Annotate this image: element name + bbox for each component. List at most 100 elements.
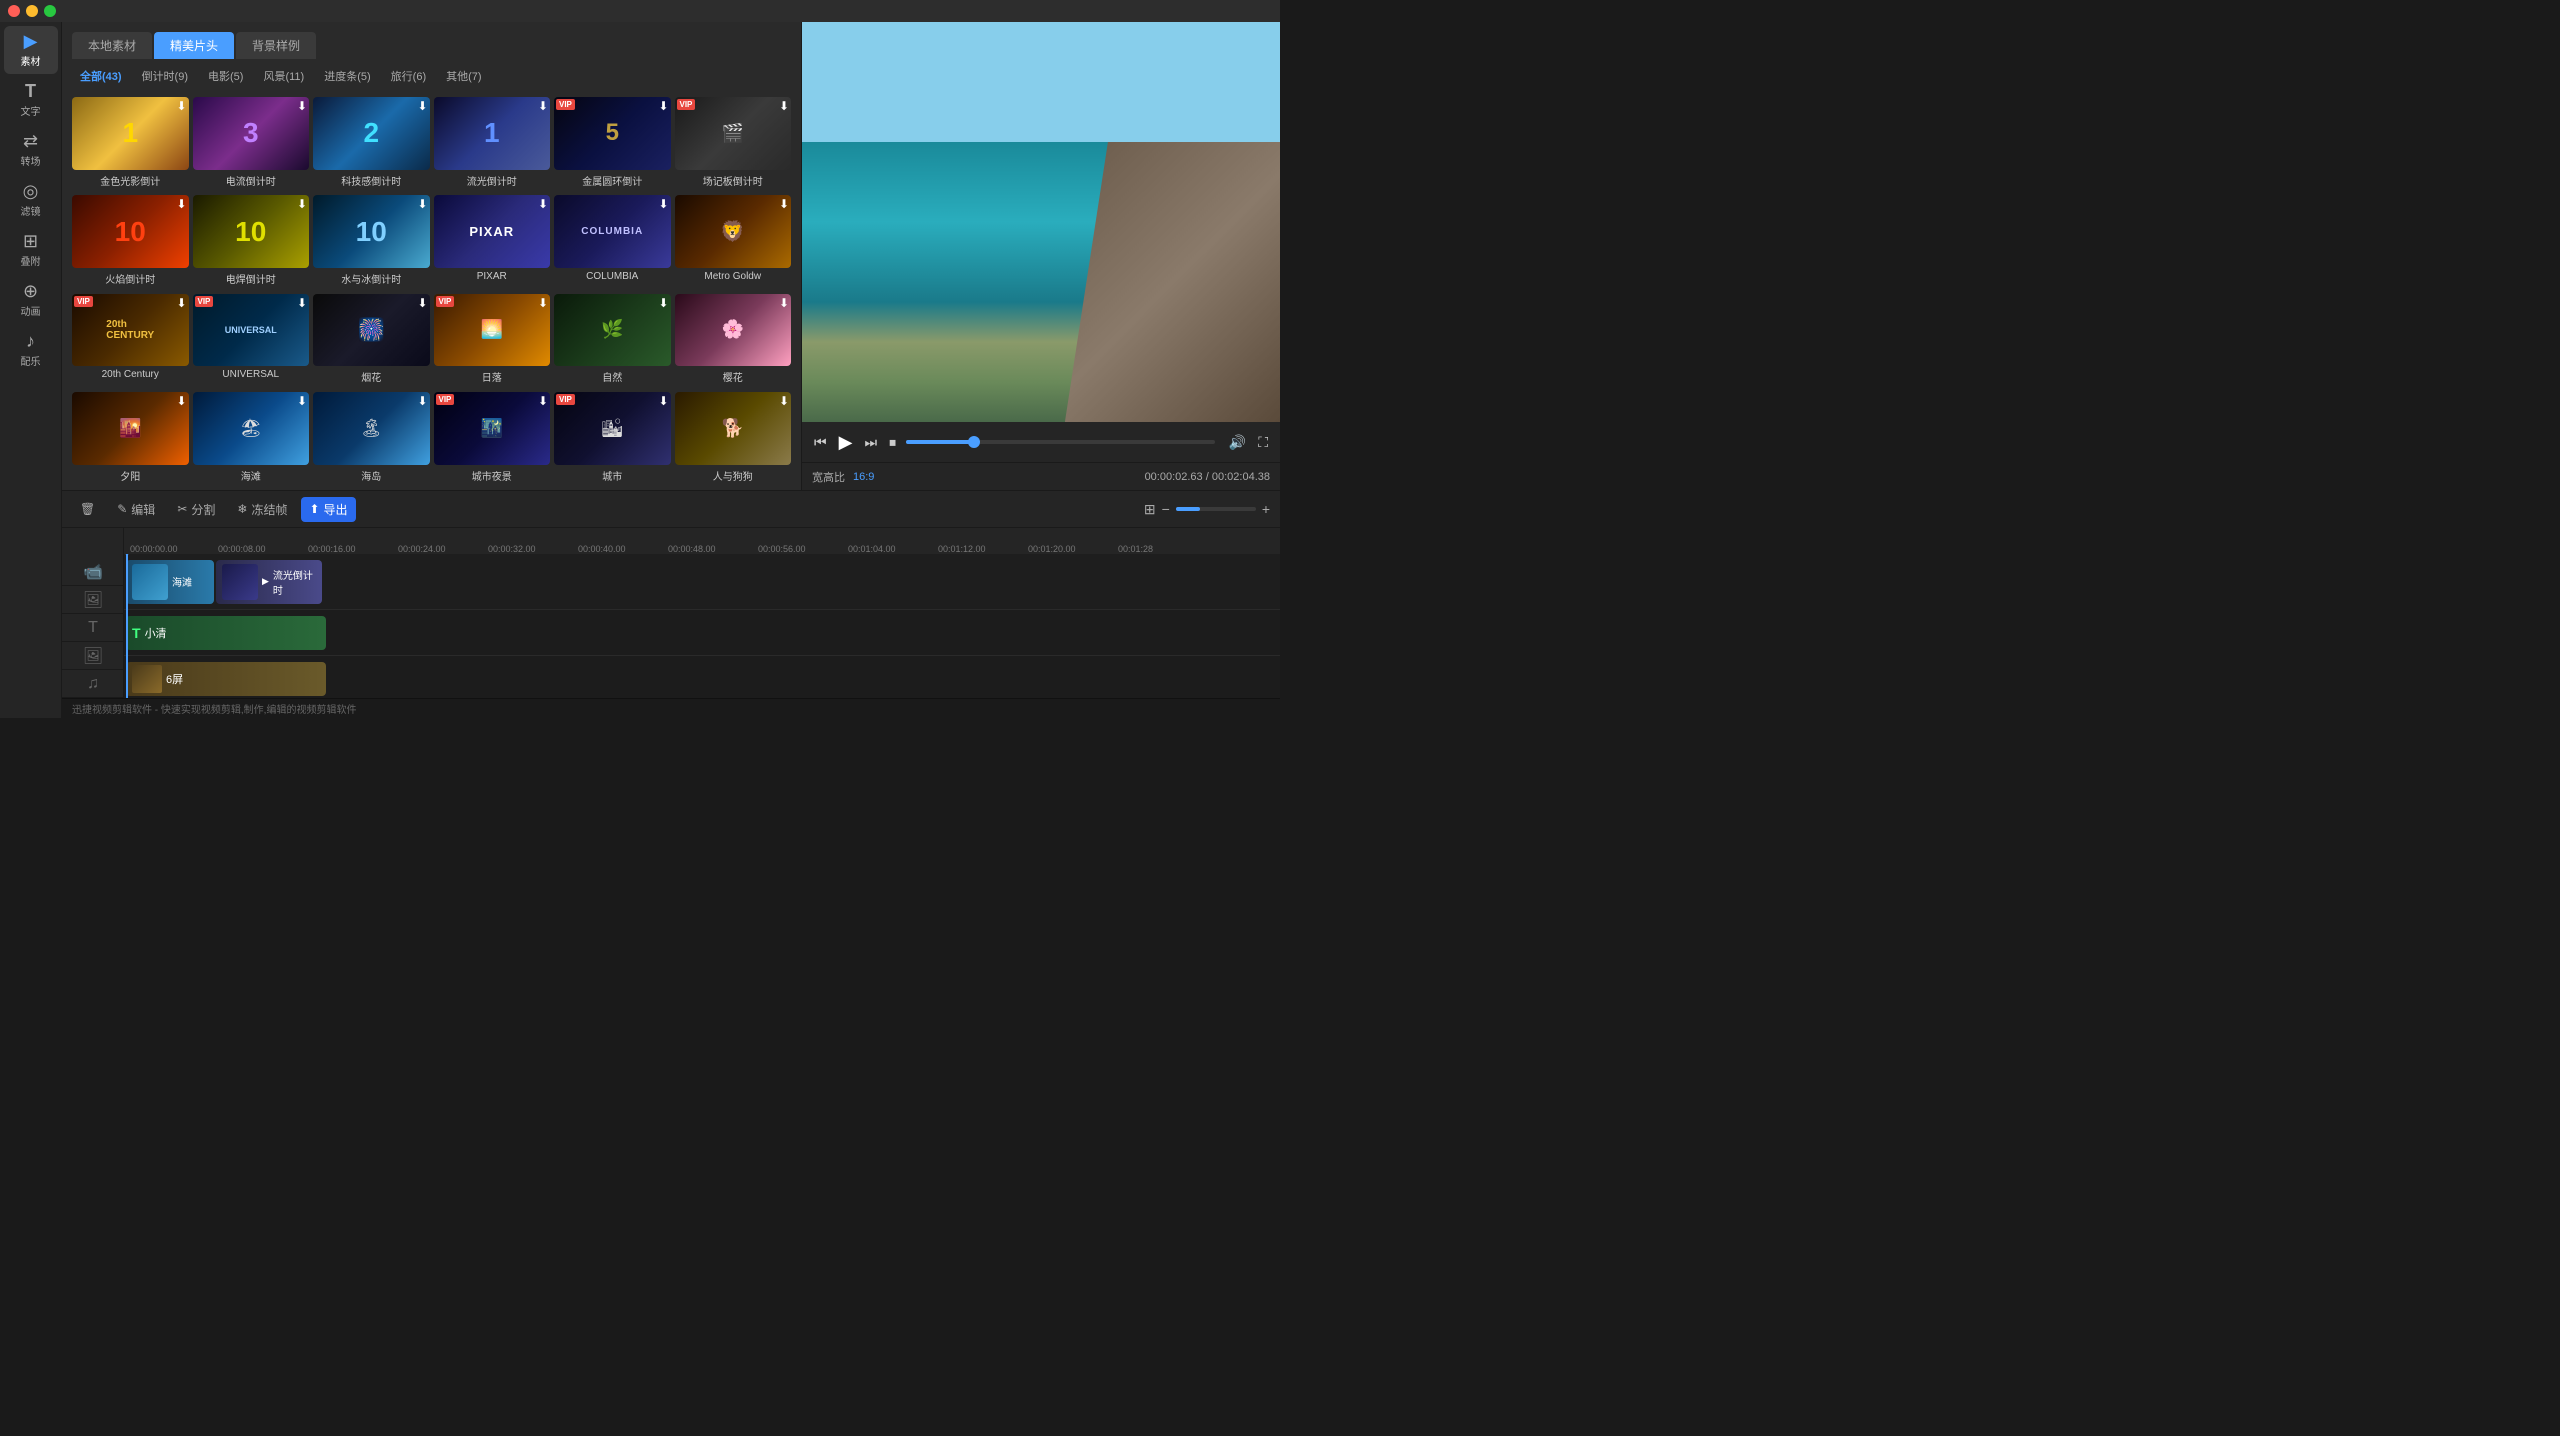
item-label: 人与狗狗: [675, 468, 792, 483]
clip-6screen[interactable]: 6屏: [126, 662, 326, 696]
list-item[interactable]: 🌅 VIP ⬇ 日落: [434, 294, 551, 388]
preview-info: 宽高比 16:9 00:00:02.63 / 00:02:04.38: [802, 462, 1280, 490]
export-icon: ⬆: [309, 502, 319, 516]
list-item[interactable]: PIXAR ⬇ PIXAR: [434, 195, 551, 289]
list-item[interactable]: 🌇 ⬇ 夕阳: [72, 392, 189, 486]
volume-button[interactable]: 🔊: [1227, 432, 1248, 453]
tab-background[interactable]: 背景样例: [236, 32, 316, 59]
status-text: 迅捷视频剪辑软件 - 快速实现视频剪辑,制作,编辑的视频剪辑软件: [72, 701, 356, 716]
ruler-mark-2: 00:00:16.00: [308, 544, 356, 554]
tab-bar: 本地素材 精美片头 背景样例: [62, 22, 801, 59]
progress-bar[interactable]: [906, 440, 1215, 444]
list-item[interactable]: 1 ⬇ 流光倒计时: [434, 97, 551, 191]
list-item[interactable]: 🏖 ⬇ 海滩: [193, 392, 310, 486]
list-item[interactable]: 3 ⬇ 电流倒计时: [193, 97, 310, 191]
play-button[interactable]: ▶: [837, 430, 855, 455]
thumb-sunset: 🌅 VIP ⬇: [434, 294, 551, 367]
list-item[interactable]: 🌸 ⬇ 樱花: [675, 294, 792, 388]
clip-countdown[interactable]: ▶ 流光倒计时: [216, 560, 322, 604]
sidebar: ▶ 素材 T 文字 ⇄ 转场 ◎ 滤镜 ⊞ 叠附 ⊕ 动画 ♪ 配乐: [0, 22, 62, 718]
item-label: UNIVERSAL: [193, 369, 310, 380]
sidebar-label-filter: 滤镜: [21, 203, 41, 218]
edit-button[interactable]: ✎ 编辑: [109, 497, 163, 522]
sidebar-label-music: 配乐: [21, 353, 41, 368]
sidebar-label-material: 素材: [21, 53, 41, 68]
ruler-mark-11: 00:01:28: [1118, 544, 1153, 554]
thumb-sakura: 🌸 ⬇: [675, 294, 792, 367]
edit-label: 编辑: [131, 501, 155, 518]
split-button[interactable]: ✂ 分割: [169, 497, 223, 522]
total-time: 00:02:04.38: [1212, 471, 1270, 483]
list-item[interactable]: COLUMBIA ⬇ COLUMBIA: [554, 195, 671, 289]
tab-featured[interactable]: 精美片头: [154, 32, 234, 59]
ruler-mark-0: 00:00:00.00: [130, 544, 178, 554]
filter-other[interactable]: 其他(7): [438, 65, 489, 87]
timeline-ruler: 00:00:00.00 00:00:08.00 00:00:16.00 00:0…: [124, 528, 1280, 554]
list-item[interactable]: 10 ⬇ 火焰倒计时: [72, 195, 189, 289]
tab-local[interactable]: 本地素材: [72, 32, 152, 59]
forward-button[interactable]: ⏭: [862, 432, 879, 453]
freeze-button[interactable]: ❄ 冻结帧: [229, 497, 295, 522]
ratio-value: 16:9: [853, 471, 874, 483]
zoom-slider[interactable]: [1176, 507, 1256, 511]
thumb-clapper-countdown: 🎬 VIP ⬇: [675, 97, 792, 170]
list-item[interactable]: 1 ⬇ 金色光影倒计: [72, 97, 189, 191]
filter-landscape[interactable]: 风景(11): [255, 65, 312, 87]
sidebar-item-filter[interactable]: ◎ 滤镜: [4, 176, 58, 224]
list-item[interactable]: 🎬 VIP ⬇ 场记板倒计时: [675, 97, 792, 191]
list-item[interactable]: UNIVERSAL VIP ⬇ UNIVERSAL: [193, 294, 310, 388]
fit-button[interactable]: ⊞: [1144, 501, 1156, 518]
image2-track-icon: 🖼: [62, 642, 124, 670]
filter-all[interactable]: 全部(43): [72, 65, 130, 87]
thumb-nature: 🌿 ⬇: [554, 294, 671, 367]
item-label: 20th Century: [72, 369, 189, 380]
zoom-in-button[interactable]: +: [1262, 501, 1270, 517]
sidebar-item-text[interactable]: T 文字: [4, 76, 58, 124]
titlebar: [0, 0, 1280, 22]
maximize-button[interactable]: [44, 5, 56, 17]
zoom-out-button[interactable]: −: [1162, 501, 1170, 517]
sidebar-item-overlay[interactable]: ⊞ 叠附: [4, 226, 58, 274]
list-item[interactable]: 2 ⬇ 科技感倒计时: [313, 97, 430, 191]
list-item[interactable]: 🏝 ⬇ 海岛: [313, 392, 430, 486]
list-item[interactable]: 10 ⬇ 电焊倒计时: [193, 195, 310, 289]
sidebar-item-animation[interactable]: ⊕ 动画: [4, 276, 58, 324]
filter-movie[interactable]: 电影(5): [200, 65, 251, 87]
filter-progress[interactable]: 进度条(5): [316, 65, 378, 87]
ruler-mark-3: 00:00:24.00: [398, 544, 446, 554]
list-item[interactable]: 🌿 ⬇ 自然: [554, 294, 671, 388]
clip-text[interactable]: T 小清: [126, 616, 326, 650]
list-item[interactable]: 🌃 VIP ⬇ 城市夜景: [434, 392, 551, 486]
thumb-light-countdown: 1 ⬇: [434, 97, 551, 170]
sidebar-item-material[interactable]: ▶ 素材: [4, 26, 58, 74]
list-item[interactable]: 🦁 ⬇ Metro Goldw: [675, 195, 792, 289]
fullscreen-button[interactable]: ⛶: [1256, 432, 1270, 453]
clip-beach[interactable]: 海滩: [126, 560, 214, 604]
clip-6screen-label: 6屏: [166, 671, 183, 687]
item-label: 城市夜景: [434, 468, 551, 483]
rewind-button[interactable]: ⏮: [812, 432, 829, 453]
ruler-mark-1: 00:00:08.00: [218, 544, 266, 554]
sidebar-item-transition[interactable]: ⇄ 转场: [4, 126, 58, 174]
material-icon: ▶: [24, 32, 38, 50]
list-item[interactable]: 🎆 ⬇ 烟花: [313, 294, 430, 388]
filter-countdown[interactable]: 倒计时(9): [134, 65, 196, 87]
image-track: 6屏: [124, 656, 1280, 698]
sidebar-item-music[interactable]: ♪ 配乐: [4, 326, 58, 374]
list-item[interactable]: 🏙 VIP ⬇ 城市: [554, 392, 671, 486]
toolbar-right: ⊞ − +: [1144, 501, 1270, 518]
list-item[interactable]: 10 ⬇ 水与冰倒计时: [313, 195, 430, 289]
close-button[interactable]: [8, 5, 20, 17]
stop-button[interactable]: ⏹: [887, 432, 898, 453]
list-item[interactable]: 20thCENTURY VIP ⬇ 20th Century: [72, 294, 189, 388]
thumb-tech-countdown: 2 ⬇: [313, 97, 430, 170]
playhead[interactable]: [126, 554, 128, 698]
thumb-ice-countdown: 10 ⬇: [313, 195, 430, 268]
list-item[interactable]: 5 VIP ⬇ 金属圆环倒计: [554, 97, 671, 191]
export-button[interactable]: ⬆ 导出: [301, 497, 355, 522]
list-item[interactable]: 🐕 ⬇ 人与狗狗: [675, 392, 792, 486]
minimize-button[interactable]: [26, 5, 38, 17]
delete-button[interactable]: 🗑: [72, 498, 103, 520]
filter-travel[interactable]: 旅行(6): [383, 65, 434, 87]
clip-countdown-icon: ▶: [262, 576, 269, 587]
